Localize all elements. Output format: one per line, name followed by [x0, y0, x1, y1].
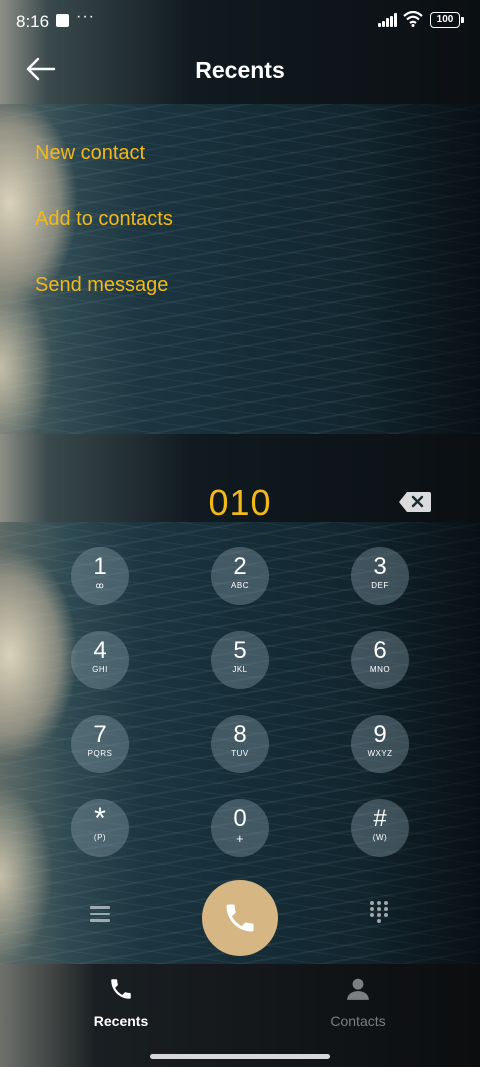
phone-icon	[111, 979, 131, 999]
key-5[interactable]: 5 JKL	[211, 631, 269, 689]
notification-icon	[56, 14, 69, 27]
wifi-icon	[403, 11, 423, 27]
key-letters: DEF	[371, 581, 389, 590]
key-star[interactable]: * (P)	[71, 799, 129, 857]
menu-icon[interactable]	[90, 906, 110, 922]
new-contact-option[interactable]: New contact	[35, 142, 145, 165]
tab-contacts[interactable]: Contacts	[298, 976, 418, 1029]
key-1[interactable]: 1 ꝏ	[71, 547, 129, 605]
signal-icon	[378, 13, 398, 27]
battery-level: 100	[436, 14, 454, 25]
key-digit: *	[94, 802, 106, 835]
key-letters: ABC	[231, 581, 249, 590]
key-digit: 5	[233, 637, 247, 664]
key-digit: 4	[93, 637, 107, 664]
key-digit: 9	[373, 721, 387, 748]
status-bar: 8:16 ··· 100	[0, 0, 480, 42]
phone-icon	[226, 904, 254, 932]
key-letters: (W)	[372, 833, 388, 842]
key-4[interactable]: 4 GHI	[71, 631, 129, 689]
key-letters: JKL	[232, 665, 248, 674]
key-letters: TUV	[231, 749, 249, 758]
key-3[interactable]: 3 DEF	[351, 547, 409, 605]
key-digit: 6	[373, 637, 387, 664]
key-digit: 1	[93, 553, 107, 580]
key-letters: (P)	[93, 833, 107, 842]
dialpad-icon[interactable]	[370, 901, 390, 927]
add-to-contacts-option[interactable]: Add to contacts	[35, 208, 173, 231]
home-indicator[interactable]	[150, 1054, 330, 1059]
voicemail-icon: ꝏ	[95, 581, 105, 590]
key-letters: WXYZ	[367, 749, 393, 758]
page-title: Recents	[195, 57, 285, 83]
key-hash[interactable]: # (W)	[351, 799, 409, 857]
tab-label: Recents	[93, 1013, 149, 1029]
key-digit: 7	[93, 721, 107, 748]
key-7[interactable]: 7 PQRS	[71, 715, 129, 773]
tab-label: Contacts	[330, 1013, 386, 1029]
tab-recents[interactable]: Recents	[61, 976, 181, 1029]
key-letters: +	[235, 831, 245, 846]
battery-icon: 100	[430, 12, 464, 28]
send-message-option[interactable]: Send message	[35, 274, 168, 297]
status-time: 8:16	[16, 12, 50, 31]
key-6[interactable]: 6 MNO	[351, 631, 409, 689]
key-digit: #	[373, 805, 387, 832]
key-8[interactable]: 8 TUV	[211, 715, 269, 773]
key-letters: MNO	[369, 665, 391, 674]
backspace-icon[interactable]	[398, 491, 432, 513]
person-icon	[347, 978, 369, 1000]
key-digit: 2	[233, 553, 247, 580]
key-0[interactable]: 0 +	[211, 799, 269, 857]
key-letters: PQRS	[87, 749, 113, 758]
call-button[interactable]	[202, 880, 278, 956]
key-digit: 0	[233, 805, 247, 832]
key-digit: 8	[233, 721, 247, 748]
key-digit: 3	[373, 553, 387, 580]
key-letters: GHI	[92, 665, 108, 674]
more-notifications-icon: ···	[76, 8, 95, 25]
key-2[interactable]: 2 ABC	[211, 547, 269, 605]
key-9[interactable]: 9 WXYZ	[351, 715, 409, 773]
bottom-navigation: Recents Contacts	[0, 964, 480, 1067]
